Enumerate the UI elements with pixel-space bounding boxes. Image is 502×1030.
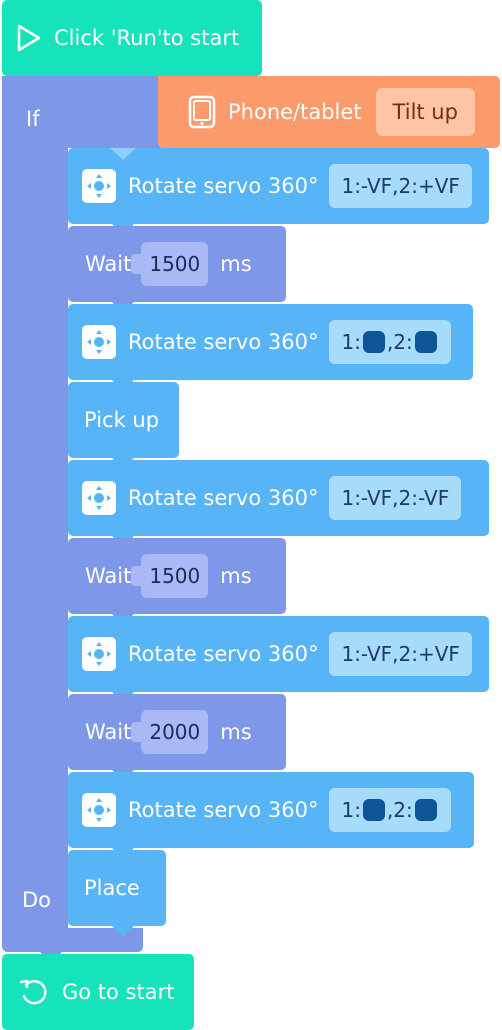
param-mid: ,2: [386,798,413,822]
servo-block-4[interactable]: Rotate servo 360° 1:-VF,2:+VF [68,616,489,692]
wait-block-3[interactable]: Wait 2000 ms [68,694,286,770]
servo-icon [82,481,116,515]
wait-block-1[interactable]: Wait 1500 ms [68,226,286,302]
servo-block-1[interactable]: Rotate servo 360° 1:-VF,2:+VF [68,148,489,224]
block-tab [112,926,134,937]
do-label: Do [22,888,52,912]
servo-icon [82,793,116,827]
play-icon [16,23,42,53]
servo-label: Rotate servo 360° [128,642,319,666]
servo-icon [82,169,116,203]
wait-label: Wait [85,564,132,588]
servo-label: Rotate servo 360° [128,330,319,354]
servo-param[interactable]: 1: ,2: [329,788,451,832]
start-block-label: Click 'Run'to start [54,26,240,50]
servo-param[interactable]: 1: ,2: [329,320,451,364]
place-label: Place [84,876,140,900]
speed-swatch-2[interactable] [414,799,437,821]
servo-block-3[interactable]: Rotate servo 360° 1:-VF,2:-VF [68,460,489,536]
param-prefix: 1: [341,330,361,354]
servo-label: Rotate servo 360° [128,174,319,198]
param-prefix: 1: [341,798,361,822]
wait-unit: ms [220,720,252,744]
speed-swatch-1[interactable] [362,331,385,353]
go-to-start-block[interactable]: Go to start [2,954,194,1030]
wait-value[interactable]: 1500 [131,242,209,286]
wait-unit: ms [220,564,252,588]
servo-param[interactable]: 1:-VF,2:+VF [329,632,472,676]
place-block[interactable]: Place [68,850,166,926]
servo-icon [82,637,116,671]
wait-unit: ms [220,252,252,276]
servo-label: Rotate servo 360° [128,486,319,510]
wait-value[interactable]: 2000 [131,710,209,754]
tablet-icon [188,95,216,129]
servo-icon [82,325,116,359]
wait-block-2[interactable]: Wait 1500 ms [68,538,286,614]
condition-block[interactable]: Phone/tablet Tilt up [158,76,500,148]
servo-block-2[interactable]: Rotate servo 360° 1: ,2: [68,304,473,380]
start-block[interactable]: Click 'Run'to start [2,0,262,76]
loop-icon [18,976,50,1008]
speed-swatch-1[interactable] [362,799,385,821]
condition-value[interactable]: Tilt up [375,88,475,136]
wait-label: Wait [85,252,132,276]
servo-block-5[interactable]: Rotate servo 360° 1: ,2: [68,772,474,848]
servo-param[interactable]: 1:-VF,2:+VF [329,164,472,208]
if-label: If [26,107,40,131]
go-to-start-label: Go to start [62,980,175,1004]
wait-value[interactable]: 1500 [131,554,209,598]
pick-up-label: Pick up [84,408,160,432]
pick-up-block[interactable]: Pick up [68,382,179,458]
param-mid: ,2: [386,330,413,354]
if-block[interactable] [2,76,68,952]
servo-param[interactable]: 1:-VF,2:-VF [329,476,462,520]
condition-source: Phone/tablet [228,100,362,124]
servo-label: Rotate servo 360° [128,798,319,822]
wait-label: Wait [85,720,132,744]
speed-swatch-2[interactable] [414,331,437,353]
